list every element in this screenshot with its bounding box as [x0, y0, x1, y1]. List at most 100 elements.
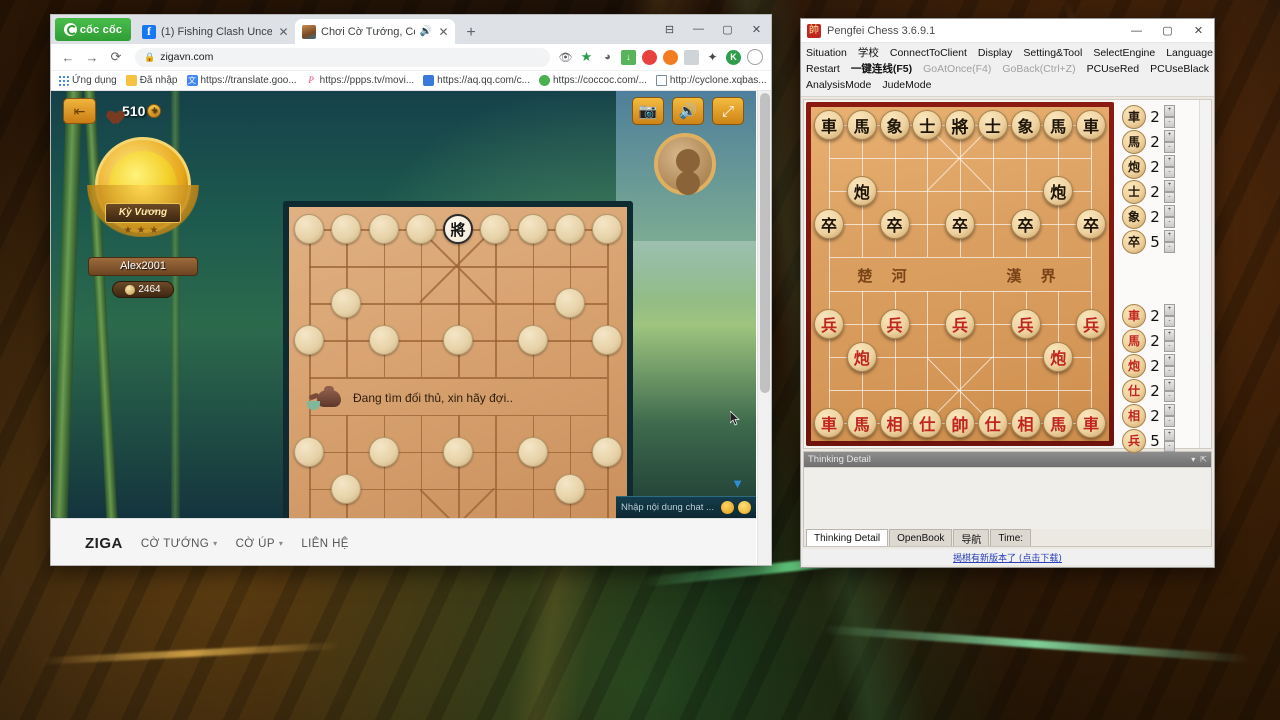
tab-time[interactable]: Time: [990, 529, 1031, 546]
bookmark-item[interactable]: http://cyclone.xqbas... [656, 75, 767, 86]
web-xiangqi-board[interactable]: 將帥 Đang tìm đối thủ, xin hãy đợi.. [283, 201, 633, 518]
count-stepper[interactable]: +- [1164, 329, 1175, 352]
captured-pane-scrollbar[interactable] [1199, 100, 1211, 448]
browser-maximize-button[interactable]: ▢ [713, 17, 742, 41]
bookmark-item[interactable]: P https://ppps.tv/movi... [306, 75, 414, 86]
web-board-piece[interactable]: 將 [443, 214, 473, 244]
count-stepper[interactable]: +- [1164, 205, 1175, 228]
ext-orange-icon[interactable] [663, 50, 678, 65]
count-stepper[interactable]: +- [1164, 105, 1175, 128]
hidden-piece[interactable] [555, 288, 585, 318]
new-tab-button[interactable]: + [461, 25, 481, 41]
app-board-piece[interactable]: 象 [880, 110, 910, 140]
avatar-icon[interactable] [747, 49, 763, 65]
menu-item-pc-use-black[interactable]: PCUseBlack [1149, 61, 1210, 77]
emoji-icon[interactable] [721, 501, 734, 514]
bookmark-item[interactable]: 文 https://translate.goo... [187, 75, 297, 86]
fullscreen-button[interactable]: ⤢ [712, 97, 744, 125]
tab-thinking-detail[interactable]: Thinking Detail [806, 529, 888, 546]
hidden-piece[interactable] [369, 214, 399, 244]
hidden-piece[interactable] [443, 437, 473, 467]
count-stepper[interactable]: +- [1164, 354, 1175, 377]
app-board-piece[interactable]: 馬 [847, 408, 877, 438]
app-board-piece[interactable]: 象 [1011, 110, 1041, 140]
piece-elephant-black-icon[interactable]: 象 [1122, 205, 1146, 229]
menu-item-connect-to-client[interactable]: ConnectToClient [889, 45, 968, 61]
piece-chariot-red-icon[interactable]: 車 [1122, 304, 1146, 328]
piece-horse-black-icon[interactable]: 馬 [1122, 130, 1146, 154]
hidden-piece[interactable] [555, 214, 585, 244]
puzzle-icon[interactable]: ✦ [705, 50, 720, 65]
bookmark-item[interactable]: Đã nhập [126, 75, 178, 86]
game-canvas[interactable]: ⇤ 510 + 📷 🔊 ⤢ Kỳ Vương ★ [51, 91, 756, 518]
ext-alert-icon[interactable] [642, 50, 657, 65]
count-stepper[interactable]: +- [1164, 304, 1175, 327]
chess-maximize-button[interactable]: ▢ [1152, 19, 1183, 43]
app-board-piece[interactable]: 炮 [847, 342, 877, 372]
app-board-piece[interactable]: 馬 [847, 110, 877, 140]
menu-item-situation[interactable]: Situation [805, 45, 848, 61]
hidden-piece[interactable] [592, 437, 622, 467]
screenshot-button[interactable]: 📷 [632, 97, 664, 125]
piece-horse-red-icon[interactable]: 馬 [1122, 329, 1146, 353]
chat-input[interactable]: Nhập nội dung chat ... [621, 502, 717, 513]
nav-item-co-up[interactable]: CỜ ÚP ▾ [236, 538, 284, 550]
bookmark-item[interactable]: https://aq.qq.com/c... [423, 75, 530, 86]
piece-elephant-red-icon[interactable]: 相 [1122, 404, 1146, 428]
hidden-piece[interactable] [294, 437, 324, 467]
app-board-piece[interactable]: 將 [945, 110, 975, 140]
hidden-piece[interactable] [294, 214, 324, 244]
app-board-piece[interactable]: 兵 [814, 309, 844, 339]
bookmark-item[interactable]: https://coccoc.com/... [539, 75, 647, 86]
page-scrollbar-thumb[interactable] [760, 93, 770, 393]
page-scrollbar[interactable] [757, 91, 771, 565]
adblock-icon[interactable]: ◕ [600, 50, 615, 65]
hidden-piece[interactable] [555, 474, 585, 504]
tab-openbook[interactable]: OpenBook [889, 529, 952, 546]
browser-extra-button[interactable]: ⊟ [655, 17, 684, 41]
count-stepper[interactable]: +- [1164, 155, 1175, 178]
site-logo[interactable]: ZIGA [85, 535, 123, 552]
count-stepper[interactable]: +- [1164, 130, 1175, 153]
back-icon[interactable]: ← [57, 46, 79, 68]
browser-minimize-button[interactable]: — [684, 17, 713, 41]
menu-item-display[interactable]: Display [977, 45, 1013, 61]
hidden-piece[interactable] [518, 325, 548, 355]
piece-chariot-black-icon[interactable]: 車 [1122, 105, 1146, 129]
app-board-piece[interactable]: 卒 [1011, 209, 1041, 239]
download-new-version-link[interactable]: 揭棋有新版本了 (点击下载) [803, 549, 1212, 565]
app-board-piece[interactable]: 兵 [945, 309, 975, 339]
app-board-piece[interactable]: 卒 [945, 209, 975, 239]
app-board-piece[interactable]: 仕 [912, 408, 942, 438]
app-board-piece[interactable]: 炮 [1043, 176, 1073, 206]
bookmark-item[interactable]: Ứng dụng [58, 75, 117, 86]
menu-item-analysis-mode[interactable]: AnalysisMode [805, 77, 872, 93]
forward-icon[interactable]: → [81, 46, 103, 68]
sticker-icon[interactable] [738, 501, 751, 514]
ext-k-icon[interactable]: K [726, 50, 741, 65]
ext-image-icon[interactable] [684, 50, 699, 65]
piece-advisor-black-icon[interactable]: 士 [1122, 180, 1146, 204]
piece-advisor-red-icon[interactable]: 仕 [1122, 379, 1146, 403]
menu-item-pc-use-red[interactable]: PCUseRed [1086, 61, 1141, 77]
download-icon[interactable]: ↓ [621, 50, 636, 65]
star-icon[interactable]: ★ [579, 50, 594, 65]
hidden-piece[interactable] [592, 325, 622, 355]
reload-icon[interactable]: ⟳ [105, 46, 127, 68]
app-board-piece[interactable]: 卒 [1076, 209, 1106, 239]
count-stepper[interactable]: +- [1164, 180, 1175, 203]
piece-cannon-red-icon[interactable]: 炮 [1122, 354, 1146, 378]
chat-input-row[interactable]: Nhập nội dung chat ... [616, 496, 756, 518]
coccoc-brand-button[interactable]: cốc cốc [55, 18, 131, 41]
chess-minimize-button[interactable]: — [1121, 19, 1152, 43]
close-tab-icon[interactable]: ✕ [277, 25, 290, 39]
hidden-piece[interactable] [331, 214, 361, 244]
app-board-piece[interactable]: 兵 [880, 309, 910, 339]
add-hearts-button[interactable]: + [147, 104, 161, 118]
menu-item-jude-mode[interactable]: JudeMode [881, 77, 932, 93]
nav-item-co-tuong[interactable]: CỜ TƯỚNG ▾ [141, 538, 218, 550]
app-board-piece[interactable]: 仕 [978, 408, 1008, 438]
chess-close-button[interactable]: ✕ [1183, 19, 1214, 43]
app-board-piece[interactable]: 車 [1076, 110, 1106, 140]
close-tab-icon[interactable]: ✕ [437, 25, 450, 39]
